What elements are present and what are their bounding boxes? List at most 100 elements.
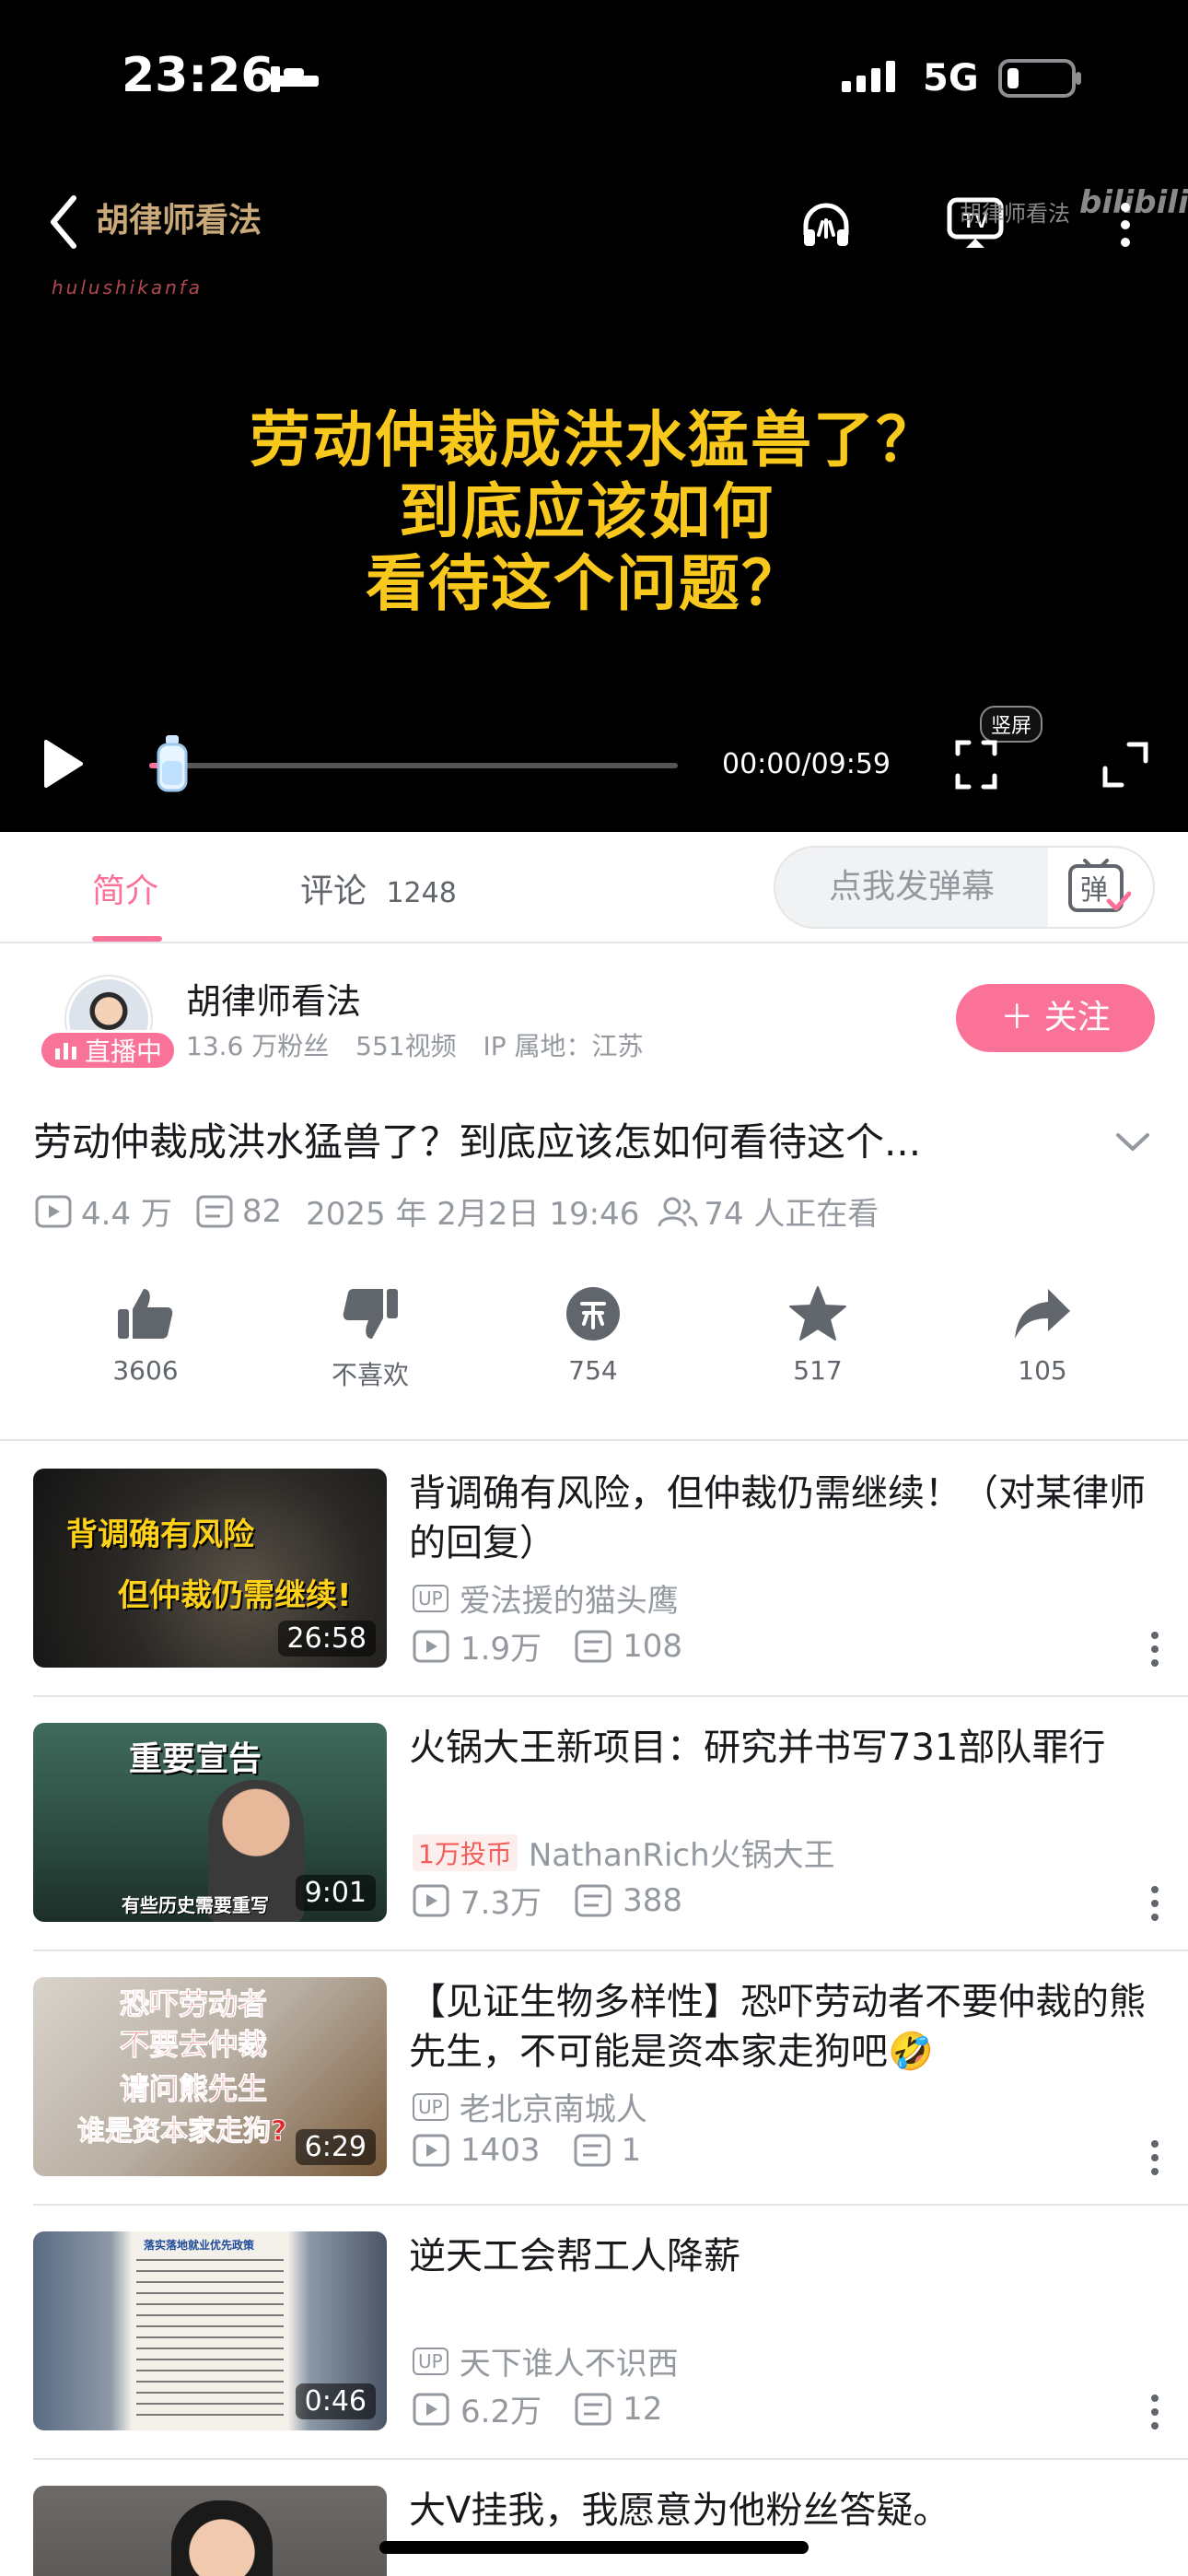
like-button[interactable]: 3606: [53, 1285, 238, 1386]
battery-icon: [998, 57, 1083, 100]
coin-badge: 1万投币: [413, 1833, 518, 1871]
author-fans: 13.6 万粉丝: [186, 1031, 330, 1061]
thumb-text-1: 背调确有风险: [66, 1516, 254, 1553]
list-divider: [33, 2204, 1188, 2206]
play-count-icon: [35, 1195, 72, 1227]
video-thumbnail[interactable]: 重要宣告 有些历史需要重写 9:01: [33, 1723, 387, 1922]
uploader[interactable]: UP 老北京南城人: [413, 2084, 647, 2129]
tab-comments-label: 评论: [300, 872, 367, 910]
video-title[interactable]: 大V挂我，我愿意为他粉丝答疑。: [409, 2486, 1155, 2535]
more-options-icon[interactable]: [1149, 2139, 1160, 2176]
tab-comments[interactable]: 评论 1248: [300, 864, 457, 912]
danmaku-placeholder: 点我发弹幕: [775, 848, 1048, 927]
video-thumbnail[interactable]: 落实落地就业优先政策 0:46: [33, 2231, 387, 2430]
thumb-text-1: 落实落地就业优先政策: [144, 2239, 255, 2252]
channel-watermark-sub: hulushikanfa: [52, 276, 204, 299]
thumb-text-3: 请问熊先生: [119, 2071, 268, 2107]
recommendation-item[interactable]: 大V挂我，我愿意为他粉丝答疑。: [0, 2486, 1188, 2576]
share-count: 105: [1018, 1355, 1067, 1386]
tab-intro[interactable]: 简介: [92, 864, 158, 912]
uploader-name: 天下谁人不识西: [459, 2346, 679, 2383]
video-thumbnail[interactable]: 背调确有风险 但仲裁仍需继续! 26:58: [33, 1469, 387, 1668]
uploader[interactable]: 1万投币 NathanRich火锅大王: [413, 1830, 835, 1875]
recommendation-item[interactable]: 重要宣告 有些历史需要重写 9:01 火锅大王新项目：研究并书写731部队罪行 …: [0, 1723, 1188, 1977]
recommendation-item[interactable]: 恐吓劳动者 不要去仲裁 请问熊先生 谁是资本家走狗? 6:29 【见证生物多样性…: [0, 1977, 1188, 2231]
channel-watermark-text: 胡律师看法: [96, 202, 262, 240]
recommendation-item[interactable]: 落实落地就业优先政策 0:46 逆天工会帮工人降薪 UP 天下谁人不识西 6.2万…: [0, 2231, 1188, 2486]
video-thumbnail[interactable]: 恐吓劳动者 不要去仲裁 请问熊先生 谁是资本家走狗? 6:29: [33, 1977, 387, 2176]
view-count: 1.9万: [460, 1631, 542, 1668]
danmaku-count: 82: [241, 1192, 283, 1230]
video-title[interactable]: 火锅大王新项目：研究并书写731部队罪行: [409, 1723, 1155, 1773]
danmaku-toggle-icon[interactable]: 弹: [1066, 859, 1132, 916]
more-options-icon[interactable]: [1107, 197, 1144, 252]
uploader-name: 爱法援的猫头鹰: [459, 1583, 679, 1620]
more-options-icon[interactable]: [1149, 1885, 1160, 1922]
live-badge-label: 直播中: [84, 1036, 162, 1067]
section-divider: [0, 1439, 1188, 1441]
video-duration: 26:58: [277, 1621, 376, 1657]
author-meta: 13.6 万粉丝 551视频 IP 属地：江苏: [186, 1026, 644, 1063]
thumb-text-2: 有些历史需要重写: [122, 1894, 269, 1916]
view-count: 1403: [460, 2132, 541, 2169]
progress-thumb-bottle-icon[interactable]: [153, 733, 192, 794]
thumb-person: [171, 2500, 273, 2576]
back-icon[interactable]: [41, 190, 87, 254]
up-badge: UP: [413, 1584, 448, 1612]
fullscreen-icon[interactable]: [1098, 737, 1153, 792]
more-options-icon[interactable]: [1149, 1631, 1160, 1668]
video-title[interactable]: 【见证生物多样性】恐吓劳动者不要仲裁的熊先生，不可能是资本家走狗吧🤣: [409, 1977, 1155, 2077]
watching-count: 74 人正在看: [704, 1196, 879, 1233]
author-ip: IP 属地：江苏: [483, 1031, 644, 1061]
play-icon[interactable]: [35, 733, 90, 794]
share-button[interactable]: 105: [950, 1285, 1135, 1386]
corner-watermark: 胡律师看法: [960, 201, 1070, 227]
uploader[interactable]: UP 爱法援的猫头鹰: [413, 1575, 679, 1621]
video-title[interactable]: 劳动仲裁成洪水猛兽了？到底应该怎如何看待这个...: [33, 1111, 1065, 1167]
coin-button[interactable]: 754: [501, 1285, 685, 1386]
danmaku-count: 12: [623, 2390, 663, 2428]
video-duration: 6:29: [295, 2129, 376, 2165]
video-title[interactable]: 背调确有风险，但仲裁仍需继续！（对某律师的回复）: [409, 1469, 1155, 1568]
live-bars-icon: [54, 1043, 76, 1060]
author-name[interactable]: 胡律师看法: [186, 973, 361, 1024]
expand-chevron-icon[interactable]: [1112, 1124, 1153, 1161]
favorite-icon: [789, 1286, 846, 1341]
network-label: 5G: [923, 57, 979, 100]
video-stats: 1403 1: [413, 2132, 641, 2169]
portrait-fullscreen-icon[interactable]: [949, 737, 1004, 792]
view-count: 4.4 万: [81, 1196, 172, 1233]
favorite-button[interactable]: 517: [726, 1285, 910, 1386]
app-screen: 23:26 5G 胡律师看法 hulushikanfa TV 胡律师看法 bil…: [0, 0, 1188, 2576]
recommendation-item[interactable]: 背调确有风险 但仲裁仍需继续! 26:58 背调确有风险，但仲裁仍需继续！（对某…: [0, 1469, 1188, 1723]
danmaku-count: 1: [621, 2132, 642, 2169]
home-indicator[interactable]: [379, 2541, 809, 2554]
video-thumbnail[interactable]: [33, 2486, 387, 2576]
follow-button[interactable]: ＋ 关注: [956, 984, 1155, 1052]
video-duration: 0:46: [295, 2383, 376, 2419]
video-stats: 6.2万 12: [413, 2386, 662, 2431]
live-badge[interactable]: 直播中: [39, 1030, 177, 1071]
dislike-icon: [343, 1289, 398, 1339]
danmaku-count-icon: [575, 2393, 611, 2425]
list-divider: [33, 1695, 1188, 1697]
video-player[interactable]: 23:26 5G 胡律师看法 hulushikanfa TV 胡律师看法 bil…: [0, 0, 1188, 832]
danmaku-count-icon: [575, 1884, 611, 1916]
video-title[interactable]: 逆天工会帮工人降薪: [409, 2231, 1155, 2281]
more-options-icon[interactable]: [1149, 2394, 1160, 2430]
progress-bar[interactable]: [149, 763, 678, 768]
uploader[interactable]: UP 天下谁人不识西: [413, 2338, 679, 2383]
video-duration: 9:01: [295, 1875, 376, 1911]
danmaku-icon-label: 弹: [1080, 874, 1108, 907]
author-videos: 551视频: [355, 1031, 457, 1061]
audio-mode-icon[interactable]: [794, 192, 858, 256]
video-stats: 4.4 万 82 2025 年 2月2日 19:46 74 人正在看: [35, 1188, 879, 1234]
sleep-bed-icon: [269, 63, 320, 94]
status-time: 23:26: [122, 48, 274, 103]
dislike-button[interactable]: 不喜欢: [278, 1285, 462, 1392]
uploader-name: NathanRich火锅大王: [528, 1837, 835, 1874]
danmaku-count-icon: [575, 1630, 611, 1662]
play-count-icon: [413, 1884, 449, 1916]
thumb-text-1: 恐吓劳动者: [119, 1986, 268, 2022]
danmaku-input[interactable]: 点我发弹幕 弹: [774, 846, 1155, 929]
